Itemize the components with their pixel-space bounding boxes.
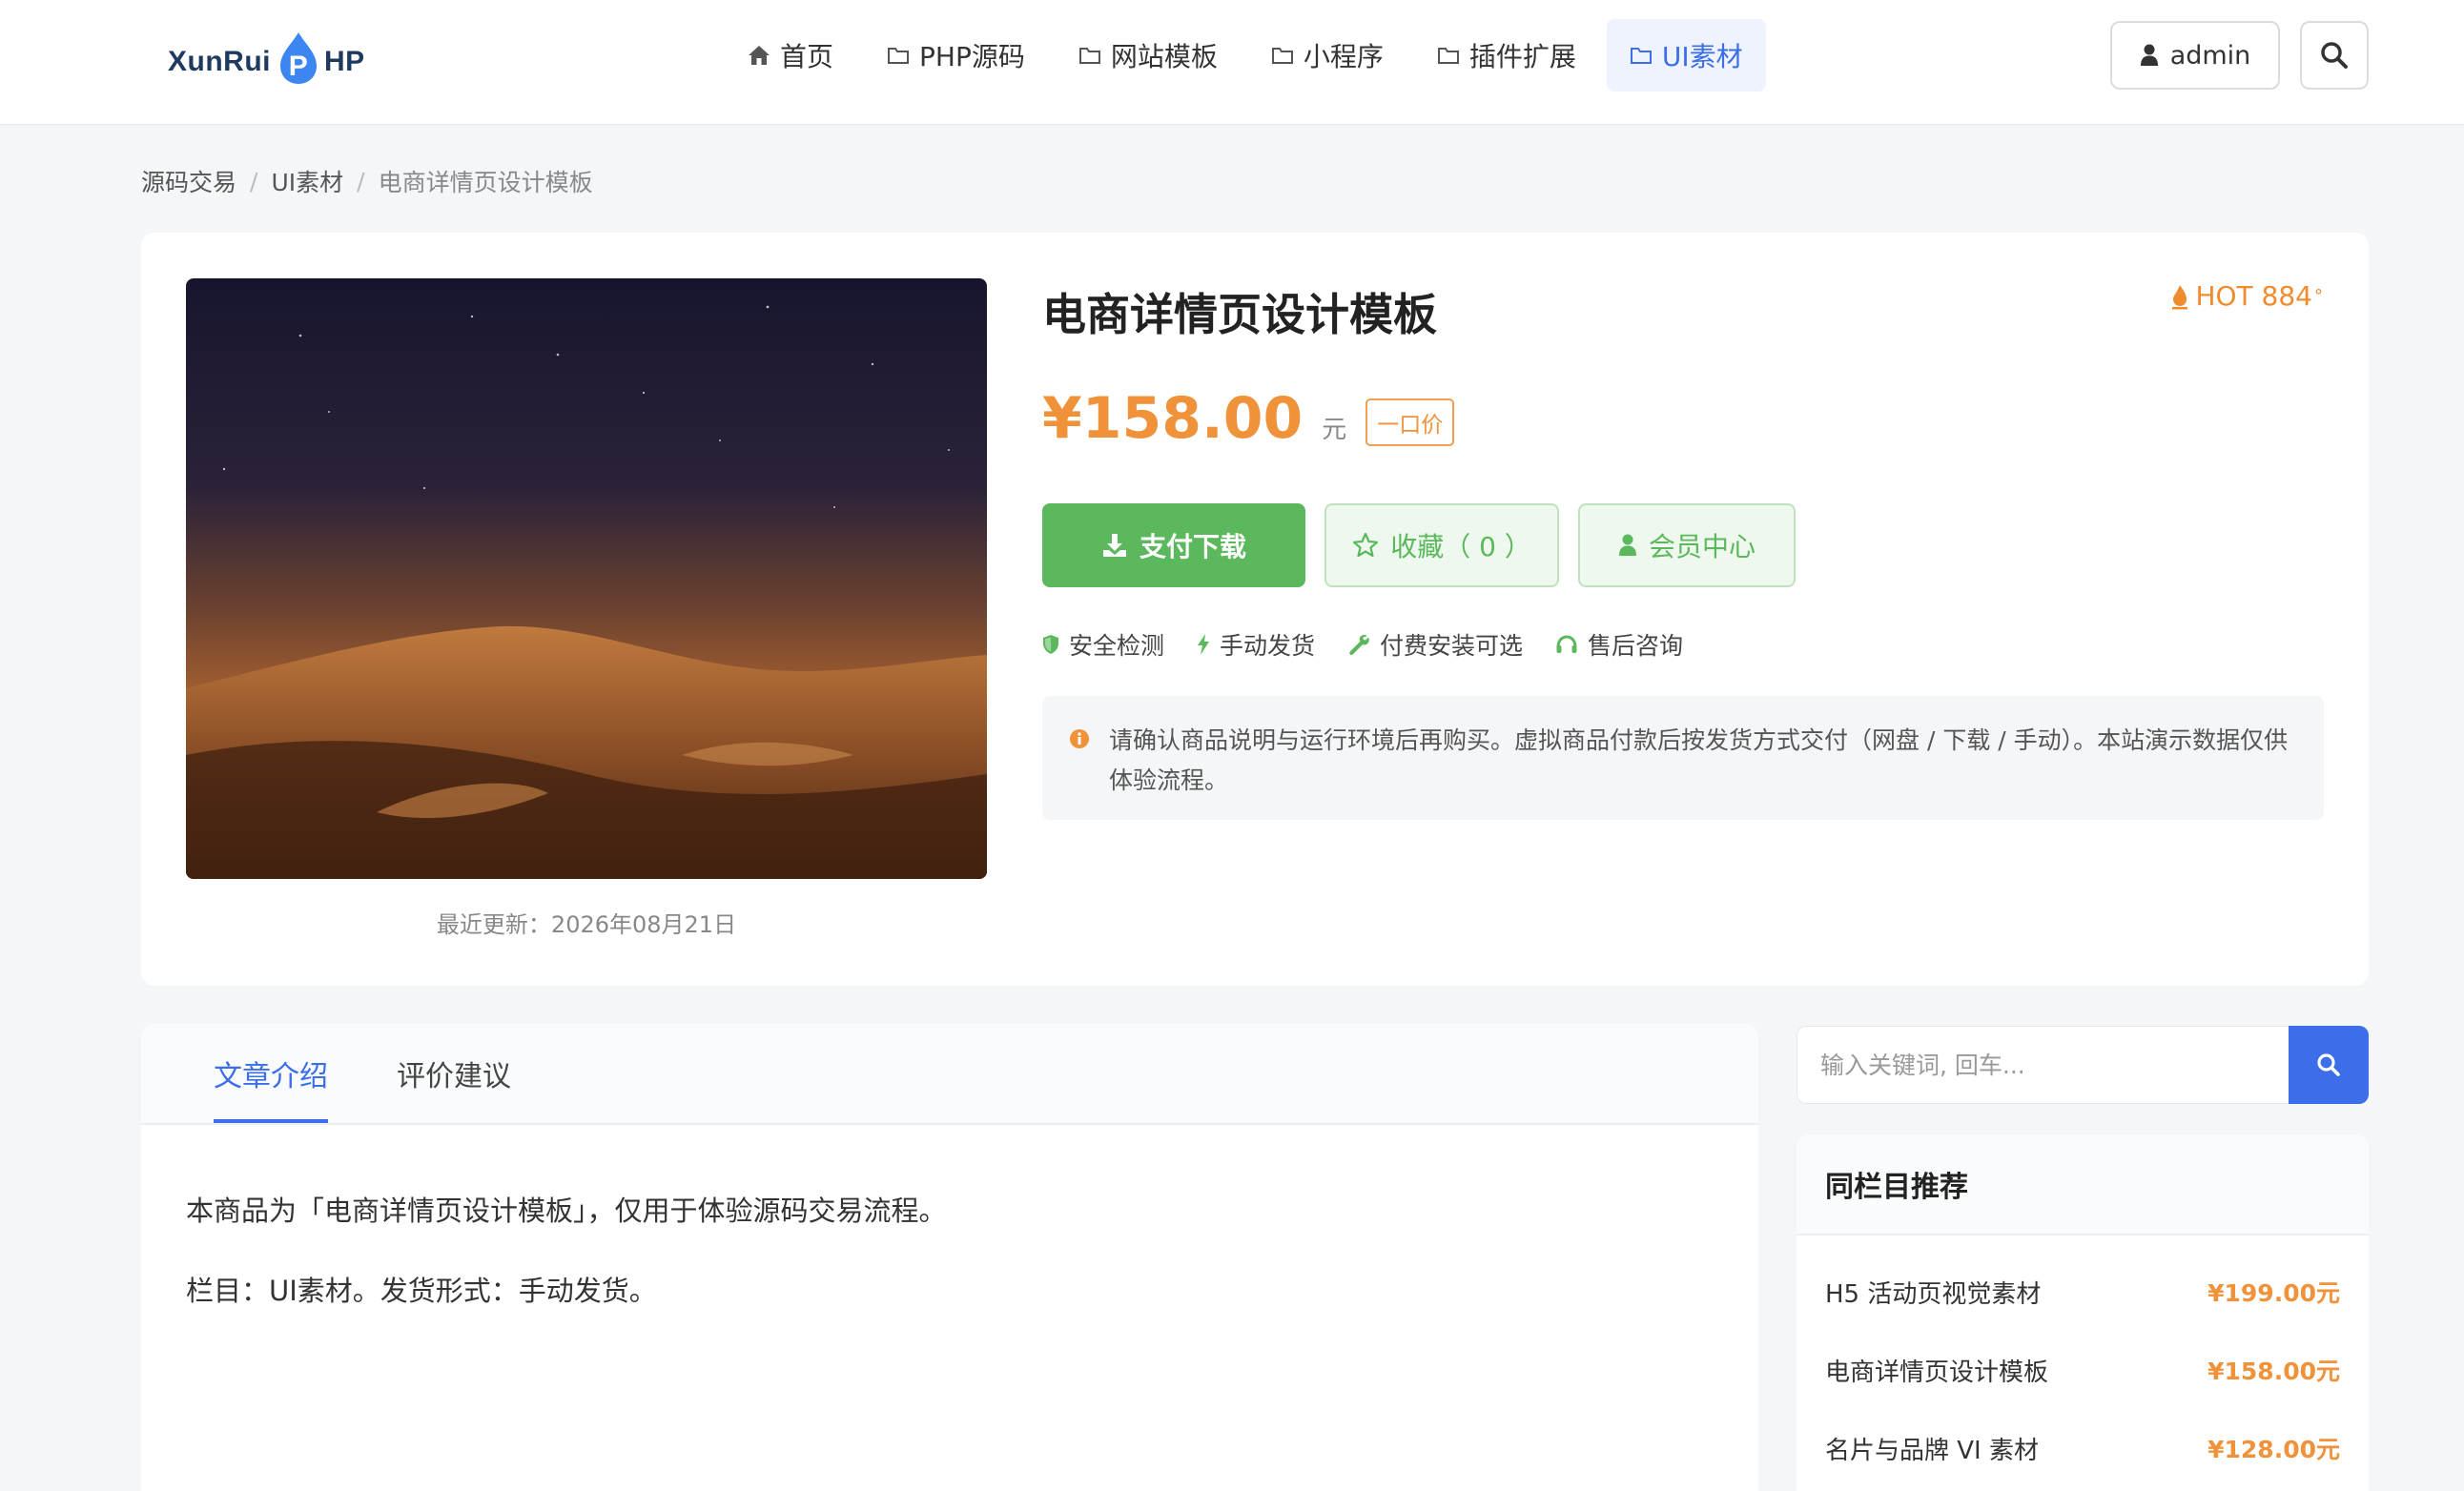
home-icon xyxy=(749,46,770,65)
header-search-button[interactable] xyxy=(2300,21,2369,90)
nav-label: 小程序 xyxy=(1303,41,1384,72)
update-time: 最近更新：2026年08月21日 xyxy=(436,911,737,938)
rec-name: 名片与品牌 VI 素材 xyxy=(1825,1436,2039,1465)
rec-name: H5 活动页视觉素材 xyxy=(1825,1279,2042,1309)
bolt-icon xyxy=(1198,634,1210,655)
hot-count: HOT 884 xyxy=(2195,280,2312,312)
hot-degree: ° xyxy=(2314,286,2323,306)
feature-item: 付费安装可选 xyxy=(1347,627,1523,662)
recommend-list: H5 活动页视觉素材 ¥199.00元 电商详情页设计模板 ¥158.00元 名… xyxy=(1797,1236,2369,1487)
user-menu-button[interactable]: admin xyxy=(2110,21,2280,90)
list-item[interactable]: H5 活动页视觉素材 ¥199.00元 xyxy=(1825,1253,2340,1331)
headset-icon xyxy=(1556,635,1577,653)
nav-label: PHP源码 xyxy=(919,41,1025,72)
feature-list: 安全检测 手动发货 付费安装可选 售后咨询 xyxy=(1042,627,1683,662)
star-icon xyxy=(1353,532,1379,558)
breadcrumb-separator: / xyxy=(250,167,258,195)
logo-drop-icon: P xyxy=(277,31,320,86)
breadcrumb-item[interactable]: 源码交易 xyxy=(141,164,236,198)
rec-price: ¥158.00元 xyxy=(2207,1358,2340,1385)
nav-item-php[interactable]: PHP源码 xyxy=(864,19,1048,92)
logo-text-left: XunRui xyxy=(168,46,271,77)
folder-icon xyxy=(1437,48,1459,64)
favorite-label: 收藏（ 0 ） xyxy=(1390,531,1531,562)
search-icon xyxy=(2317,1053,2340,1076)
article-body: 本商品为「电商详情页设计模板」，仅用于体验源码交易流程。 栏目：UI素材。发货形… xyxy=(141,1125,1758,1310)
price-unit: 元 xyxy=(1322,416,1347,444)
tab-article[interactable]: 文章介绍 xyxy=(214,1024,328,1123)
feature-label: 手动发货 xyxy=(1220,632,1316,660)
feature-label: 售后咨询 xyxy=(1588,632,1684,660)
product-image xyxy=(186,278,987,879)
breadcrumb-item[interactable]: UI素材 xyxy=(271,164,343,198)
rec-price: ¥128.00元 xyxy=(2207,1436,2340,1463)
wrench-icon xyxy=(1349,634,1369,656)
sidebar-search-button[interactable] xyxy=(2289,1026,2369,1104)
recommend-panel: 同栏目推荐 H5 活动页视觉素材 ¥199.00元 电商详情页设计模板 ¥158… xyxy=(1797,1134,2369,1491)
member-center-button[interactable]: 会员中心 xyxy=(1578,503,1796,587)
breadcrumb-separator: / xyxy=(357,167,365,195)
folder-icon xyxy=(1271,48,1293,64)
search-icon xyxy=(2321,42,2348,69)
nav-item-plugins[interactable]: 插件扩展 xyxy=(1414,19,1599,92)
purchase-notice: 请确认商品说明与运行环境后再购买。虚拟商品付款后按发货方式交付（网盘 / 下载 … xyxy=(1042,696,2324,820)
nav-item-miniapp[interactable]: 小程序 xyxy=(1248,19,1407,92)
nav-item-home[interactable]: 首页 xyxy=(725,19,856,92)
article-paragraph: 栏目：UI素材。发货形式：手动发货。 xyxy=(186,1275,657,1307)
main-nav: 首页 PHP源码 网站模板 小程序 插件扩展 UI素材 xyxy=(725,19,1774,92)
article-paragraph: 本商品为「电商详情页设计模板」，仅用于体验源码交易流程。 xyxy=(186,1195,947,1227)
product-card: 最近更新：2026年08月21日 电商详情页设计模板 HOT 884 ° ¥15… xyxy=(141,233,2369,986)
notice-text: 请确认商品说明与运行环境后再购买。虚拟商品付款后按发货方式交付（网盘 / 下载 … xyxy=(1109,726,2289,794)
user-icon xyxy=(1618,534,1636,556)
nav-label: UI素材 xyxy=(1661,41,1743,72)
logo-text-right: HP xyxy=(324,46,365,77)
feature-label: 安全检测 xyxy=(1069,632,1165,660)
list-item[interactable]: 名片与品牌 VI 素材 ¥128.00元 xyxy=(1825,1409,2340,1487)
content-tabs-card: 文章介绍 评价建议 本商品为「电商详情页设计模板」，仅用于体验源码交易流程。 栏… xyxy=(141,1024,1758,1491)
favorite-button[interactable]: 收藏（ 0 ） xyxy=(1324,503,1559,587)
feature-item: 售后咨询 xyxy=(1555,627,1683,662)
pay-download-button[interactable]: 支付下载 xyxy=(1042,503,1305,587)
member-label: 会员中心 xyxy=(1648,531,1756,562)
download-icon xyxy=(1102,534,1126,557)
site-header: XunRui P HP 首页 PHP源码 网站模板 小程序 插件扩展 UI素材 … xyxy=(0,0,2464,125)
sidebar-search-input[interactable] xyxy=(1797,1026,2289,1104)
site-logo[interactable]: XunRui P HP xyxy=(168,29,365,95)
tabs-bar: 文章介绍 评价建议 xyxy=(141,1024,1758,1125)
breadcrumb: 源码交易 / UI素材 / 电商详情页设计模板 xyxy=(141,164,593,198)
folder-icon xyxy=(1078,48,1100,64)
nav-item-templates[interactable]: 网站模板 xyxy=(1056,19,1241,92)
fixed-price-tag: 一口价 xyxy=(1365,398,1455,446)
pay-label: 支付下载 xyxy=(1139,531,1246,562)
list-item[interactable]: 电商详情页设计模板 ¥158.00元 xyxy=(1825,1331,2340,1409)
logo-badge: P xyxy=(289,51,309,82)
nav-item-ui[interactable]: UI素材 xyxy=(1606,19,1766,92)
action-buttons: 支付下载 收藏（ 0 ） 会员中心 xyxy=(1042,503,1796,587)
rec-price: ¥199.00元 xyxy=(2207,1279,2340,1307)
shield-icon xyxy=(1043,635,1058,654)
product-title: 电商详情页设计模板 xyxy=(1042,289,1437,340)
nav-label: 插件扩展 xyxy=(1468,41,1576,72)
sidebar-search xyxy=(1797,1026,2369,1104)
tab-reviews[interactable]: 评价建议 xyxy=(397,1024,511,1123)
folder-icon xyxy=(888,48,910,64)
recommend-title: 同栏目推荐 xyxy=(1797,1134,2369,1236)
user-icon xyxy=(2140,44,2158,66)
rec-name: 电商详情页设计模板 xyxy=(1825,1358,2049,1387)
hot-badge: HOT 884 ° xyxy=(2170,280,2323,312)
nav-label: 首页 xyxy=(780,41,834,72)
feature-label: 付费安装可选 xyxy=(1380,632,1524,660)
folder-icon xyxy=(1630,48,1652,64)
feature-item: 手动发货 xyxy=(1197,627,1315,662)
user-name: admin xyxy=(2169,40,2251,71)
info-icon xyxy=(1070,729,1089,748)
nav-label: 网站模板 xyxy=(1110,41,1218,72)
price-row: ¥158.00 元 一口价 xyxy=(1042,385,1455,452)
breadcrumb-current: 电商详情页设计模板 xyxy=(378,169,593,196)
fire-icon xyxy=(2172,284,2188,309)
product-price: ¥158.00 xyxy=(1042,385,1304,452)
feature-item: 安全检测 xyxy=(1042,627,1164,662)
